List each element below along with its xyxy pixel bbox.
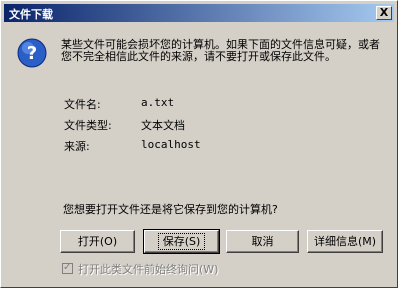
open-button[interactable]: 打开(O)	[60, 230, 135, 253]
details-button[interactable]: 详细信息(M)	[307, 230, 383, 253]
always-ask-label: 打开此类文件前始终询问(W)	[78, 263, 219, 276]
cancel-button-label: 取消	[251, 235, 274, 248]
details-button-label: 详细信息(M)	[313, 235, 377, 248]
file-source-value: localhost	[141, 138, 201, 151]
question-icon: ?	[17, 38, 47, 68]
save-button[interactable]: 保存(S)	[143, 229, 220, 254]
file-name-label: 文件名:	[64, 98, 101, 111]
file-download-dialog: 文件下载 X ? 某些文件可能会损坏您的计算机。如果下面的文件信息可疑，或者您不…	[0, 0, 398, 288]
file-name-value: a.txt	[141, 96, 175, 109]
always-ask-checkbox[interactable]: ✓	[62, 262, 73, 274]
warning-message: 某些文件可能会损坏您的计算机。如果下面的文件信息可疑，或者您不完全相信此文件的来…	[61, 38, 380, 63]
title-bar[interactable]: 文件下载 X	[4, 4, 394, 22]
file-type-label: 文件类型:	[64, 119, 112, 132]
close-button[interactable]: X	[376, 6, 392, 20]
window-title: 文件下载	[9, 8, 53, 21]
file-type-value: 文本文档	[141, 119, 185, 132]
cancel-button[interactable]: 取消	[226, 230, 299, 253]
action-question: 您想要打开文件还是将它保存到您的计算机?	[63, 203, 278, 216]
file-source-label: 来源:	[64, 140, 90, 153]
save-button-label: 保存(S)	[157, 233, 206, 250]
close-icon: X	[379, 6, 389, 19]
open-button-label: 打开(O)	[77, 235, 118, 248]
svg-text:?: ?	[27, 43, 37, 64]
check-mark-icon: ✓	[63, 262, 72, 273]
